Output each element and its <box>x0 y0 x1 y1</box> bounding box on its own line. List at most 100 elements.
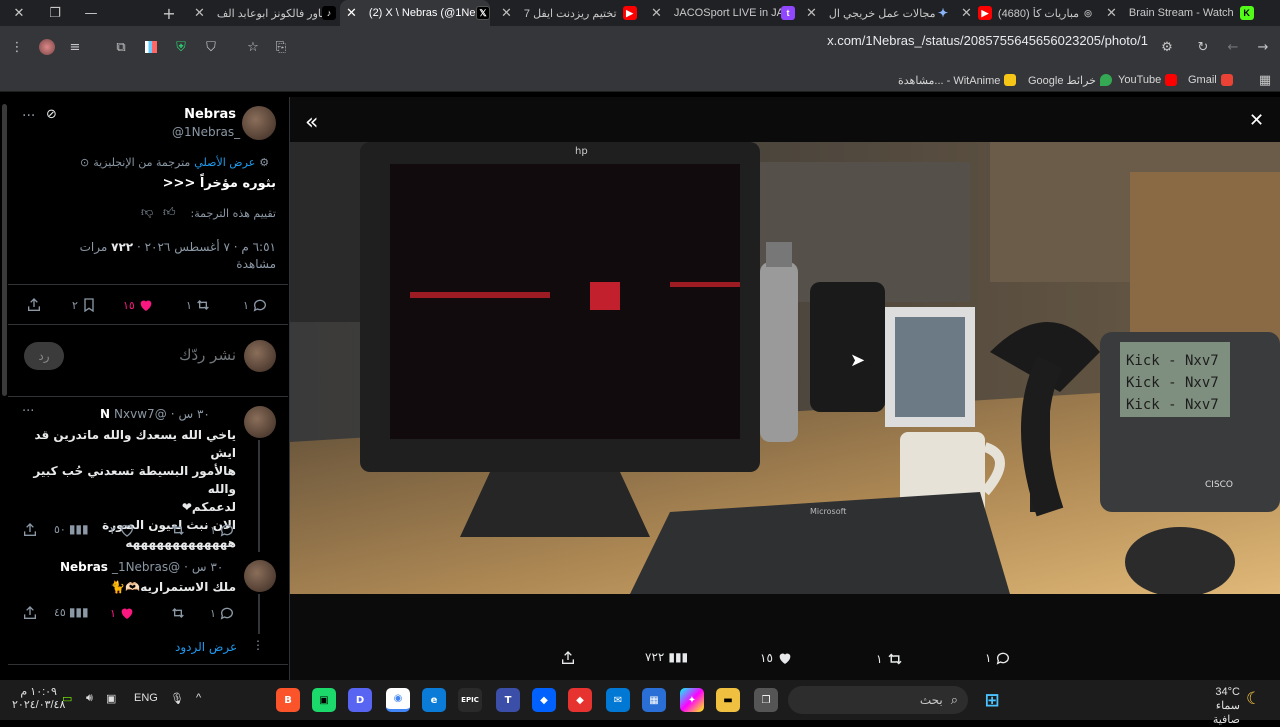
close-tab-icon[interactable]: ✕ <box>1100 5 1123 21</box>
share-button[interactable] <box>22 522 38 538</box>
clock[interactable]: ١٠:٠٩ م ٢٠٢٤/٠٣/٤٨ <box>12 686 65 712</box>
reply-button[interactable]: ١ <box>243 297 268 313</box>
show-original-link[interactable]: عرض الأصلي <box>194 156 255 169</box>
teams-icon[interactable]: T <box>496 688 520 712</box>
bookmark-gmail[interactable]: Gmail <box>1188 72 1233 88</box>
extension-icon[interactable] <box>142 38 160 56</box>
author-name[interactable]: Nebras <box>150 107 236 122</box>
share-button[interactable] <box>26 297 42 313</box>
tab-twitch[interactable]: ✕ JACOSport LIVE in JA t <box>645 0 795 26</box>
site-settings-icon[interactable]: ⚙ <box>1158 38 1176 56</box>
close-tab-icon[interactable]: ✕ <box>800 5 823 21</box>
thumbs-down-icon[interactable]: 👎︎ <box>141 205 153 220</box>
bookmark-youtube[interactable]: YouTube <box>1118 72 1178 88</box>
forward-icon[interactable]: ← <box>1224 38 1242 56</box>
more-options-icon[interactable]: ··· <box>22 108 35 124</box>
file-explorer-icon[interactable]: ▬ <box>716 688 740 712</box>
brave-icon[interactable]: B <box>276 688 300 712</box>
retweet-button[interactable] <box>170 522 186 538</box>
tab-x-nebras[interactable]: ✕ (2) X \ Nebras (@1Ne 𝕏 <box>340 0 490 26</box>
share-button[interactable] <box>22 605 38 621</box>
tab-gemini[interactable]: ✕ مجالات عمل خريجي ال ✦ <box>800 0 950 26</box>
bookmark-icon <box>84 298 94 313</box>
reply-submit-button[interactable]: رد <box>24 342 64 370</box>
tab-youtube-re7[interactable]: ✕ تختيم ريزدنت ايفل 7 ▶ <box>495 0 640 26</box>
thumbs-up-icon[interactable]: 👍︎ <box>163 205 176 220</box>
avatar[interactable] <box>244 406 276 438</box>
panel-scrollbar[interactable] <box>2 104 7 396</box>
install-app-icon[interactable]: ⎘ <box>272 38 290 56</box>
close-tab-icon[interactable]: ✕ <box>955 5 978 21</box>
author-handle[interactable]: @1Nebras_ <box>172 125 240 139</box>
back-icon[interactable]: → <box>1254 38 1272 56</box>
microphone-icon[interactable]: 🎙︎ <box>170 692 184 705</box>
views-button[interactable]: ٤٥ ▮▮▮ <box>54 605 89 619</box>
like-button[interactable]: ٢ <box>110 522 135 538</box>
reply-button[interactable]: ١ <box>985 650 1011 666</box>
profile-avatar[interactable] <box>38 38 56 56</box>
tab-brain-stream[interactable]: ✕ Brain Stream - Watch K <box>1100 0 1260 26</box>
media-controls-icon[interactable]: ≡ <box>66 38 84 56</box>
adblock-shield-icon[interactable]: ⛨ <box>172 38 190 56</box>
bookmark-google-maps[interactable]: Google خرائط <box>1028 72 1112 88</box>
search-box[interactable]: بحث ⌕ <box>788 686 968 714</box>
menu-kebab-icon[interactable]: ⋮ <box>8 38 26 56</box>
close-tab-icon[interactable]: ✕ <box>188 5 211 21</box>
minimize-window-button[interactable]: — <box>72 0 110 26</box>
avatar[interactable] <box>244 560 276 592</box>
close-window-button[interactable]: ✕ <box>0 0 38 26</box>
windows-start-icon[interactable]: ⊞ <box>980 688 1004 712</box>
apps-grid-icon[interactable]: ▦ <box>1256 71 1274 89</box>
close-tab-icon[interactable]: ✕ <box>645 5 668 21</box>
anydesk-icon[interactable]: ◆ <box>568 688 592 712</box>
retweet-button[interactable]: ١ <box>876 650 904 668</box>
avatar[interactable] <box>242 106 276 140</box>
volume-icon[interactable]: 🔊︎ <box>86 692 93 705</box>
reply-button[interactable]: ١ <box>210 605 235 621</box>
close-tab-icon[interactable]: ✕ <box>340 5 363 21</box>
epic-games-icon[interactable]: EPIC <box>458 688 482 712</box>
grok-icon[interactable]: ⊘ <box>46 107 57 122</box>
bookmark-star-icon[interactable]: ☆ <box>244 38 262 56</box>
copilot-icon[interactable]: ✦ <box>680 688 704 712</box>
reply-button[interactable]: ١ <box>210 522 235 538</box>
show-replies-link[interactable]: عرض الردود <box>175 640 237 654</box>
retweet-button[interactable]: ١ <box>186 297 211 313</box>
share-button[interactable] <box>560 650 576 666</box>
settings-icon[interactable]: ⚙ <box>259 156 269 169</box>
more-options-icon[interactable]: ··· <box>22 404 34 419</box>
views-button[interactable]: ٧٢٢ ▮▮▮ <box>645 650 688 664</box>
close-tab-icon[interactable]: ✕ <box>495 5 518 21</box>
tab-tiktok[interactable]: ✕ باور فالكونز ابوعابد الف ♪ <box>188 0 336 26</box>
reply-input[interactable]: نشر ردّك <box>120 346 236 364</box>
tab-youtube-matches[interactable]: ✕ ▶ (4680) مباريات كأ ◎ <box>955 0 1095 26</box>
network-icon[interactable]: ▣ <box>106 692 116 705</box>
task-view-icon[interactable]: ❐ <box>754 688 778 712</box>
battery-icon[interactable]: ▭ <box>62 692 72 705</box>
like-button[interactable]: ١ <box>110 605 135 621</box>
extensions-icon[interactable]: ⧉ <box>112 38 130 56</box>
weather-widget[interactable]: 34°C سماء صافية <box>1196 685 1240 727</box>
new-tab-button[interactable]: + <box>158 0 180 26</box>
retweet-button[interactable] <box>170 605 186 621</box>
discord-icon[interactable]: D <box>348 688 372 712</box>
app-icon[interactable]: ▣ <box>312 688 336 712</box>
chrome-icon[interactable]: ◉ <box>386 688 410 712</box>
close-viewer-icon[interactable]: ✕ <box>1249 110 1264 131</box>
shield-icon[interactable]: ⛉ <box>202 38 220 56</box>
like-button[interactable]: ١٥ <box>760 650 793 666</box>
reload-icon[interactable]: ↻ <box>1194 38 1212 56</box>
restore-window-button[interactable]: ❐ <box>36 0 74 26</box>
store-icon[interactable]: ▦ <box>642 688 666 712</box>
bookmark-button[interactable]: ٢ <box>72 297 97 313</box>
tray-overflow-icon[interactable]: ^ <box>196 692 201 704</box>
language-indicator[interactable]: ENG <box>134 692 158 704</box>
edge-icon[interactable]: e <box>422 688 446 712</box>
bookmark-witanime[interactable]: مشاهدة... - WitAnime <box>898 72 1017 88</box>
collapse-panel-icon[interactable]: « <box>305 110 318 135</box>
dropbox-icon[interactable]: ◆ <box>532 688 556 712</box>
like-button[interactable]: ١٥ <box>123 297 154 313</box>
tweet-photo[interactable]: hp Kick - Nxv7 Kick - Nxv7 Kick - Nxv7 C… <box>290 142 1280 594</box>
mail-icon[interactable]: ✉ <box>606 688 630 712</box>
views-button[interactable]: ٥٠ ▮▮▮ <box>54 522 89 536</box>
